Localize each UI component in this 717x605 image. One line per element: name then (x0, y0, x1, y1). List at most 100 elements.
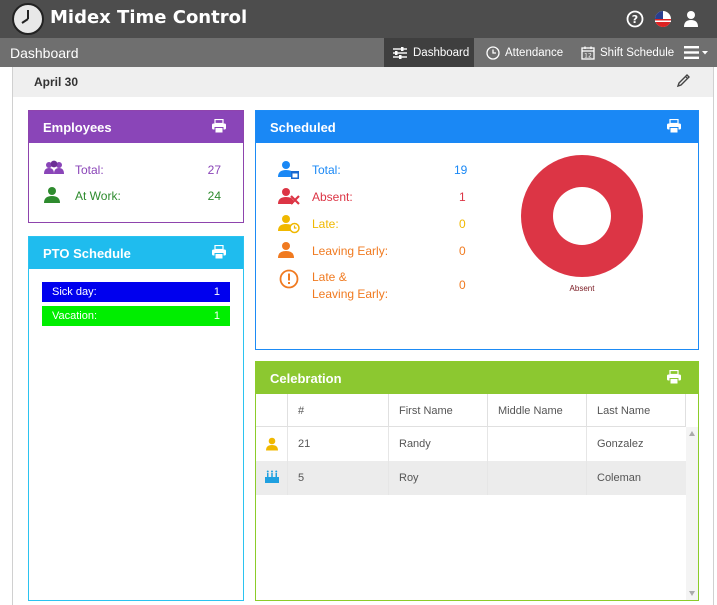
flag-us-icon[interactable] (654, 10, 672, 28)
scheduled-leaving-early-row: Leaving Early: 0 (278, 242, 478, 260)
menu-icon[interactable] (684, 45, 710, 60)
scheduled-header: Scheduled (256, 111, 698, 143)
scheduled-absent-row: Absent: 1 (278, 188, 478, 206)
edit-pencil-icon[interactable] (675, 73, 691, 89)
pto-vacation[interactable]: Vacation: 1 (42, 306, 230, 326)
cake-icon (265, 470, 279, 483)
nav-bar: Dashboard Dashboard Attendance 12 Shift … (0, 38, 717, 67)
person-clock-icon (278, 215, 300, 234)
donut-hole (553, 187, 611, 245)
scheduled-panel: Scheduled Total: 19 Absent: 1 Late: 0 Le… (255, 110, 699, 350)
calendar-icon: 12 (581, 46, 595, 60)
scheduled-absent-value: 1 (459, 190, 466, 204)
celebration-panel: Celebration # First Name Middle Name Las… (255, 361, 699, 601)
scheduled-total-value: 19 (454, 163, 468, 177)
column-header-number[interactable]: # (288, 394, 389, 427)
person-absent-icon (278, 188, 300, 205)
pto-item-value: 1 (213, 286, 220, 298)
row-last-name: Gonzalez (597, 438, 644, 450)
scheduled-late-leaving-early-row: Late & Leaving Early: 0 (278, 269, 478, 302)
panel-title: Employees (43, 120, 112, 135)
row-middle-name (488, 427, 587, 461)
panel-title: PTO Schedule (43, 246, 131, 261)
employees-at-work-value: 24 (207, 189, 221, 203)
print-icon[interactable] (666, 119, 682, 134)
nav-item-dashboard[interactable]: Dashboard (384, 38, 474, 67)
date-bar: April 30 (12, 67, 714, 97)
app-title: Midex Time Control (50, 7, 248, 28)
absent-donut-chart[interactable] (521, 155, 643, 277)
row-number: 21 (288, 427, 389, 461)
scheduled-late-leaving-early-value: 0 (459, 278, 466, 292)
employees-header: Employees (29, 111, 243, 143)
clock-icon (486, 45, 500, 60)
row-number: 5 (288, 461, 389, 495)
warning-circle-icon (279, 269, 299, 289)
person-icon (266, 437, 278, 451)
nav-title: Dashboard (10, 45, 79, 61)
employees-total-value: 27 (207, 163, 221, 177)
nav-item-attendance[interactable]: Attendance (478, 38, 571, 67)
person-leaving-icon (278, 242, 294, 258)
nav-item-shift-schedule[interactable]: 12 Shift Schedule (573, 38, 682, 67)
employees-panel: Employees Total: 27 At Work: 24 (28, 110, 244, 223)
table-row[interactable]: 5 Roy Coleman (256, 461, 686, 495)
svg-text:12: 12 (584, 52, 592, 59)
table-scrollbar[interactable] (686, 427, 698, 600)
person-icon (44, 187, 60, 203)
donut-label: Absent (569, 284, 595, 293)
celebration-table: # First Name Middle Name Last Name 21 Ra… (256, 394, 698, 600)
row-icon-cell (256, 461, 288, 495)
row-first-name: Randy (389, 427, 488, 461)
pto-item-label: Vacation: (52, 310, 98, 322)
column-header-first-name[interactable]: First Name (389, 394, 488, 427)
scheduled-late-leaving-early-label-1: Late & (312, 270, 347, 284)
scheduled-late-label: Late: (312, 217, 339, 231)
column-header-last-name[interactable]: Last Name (587, 394, 686, 427)
pto-schedule-panel: PTO Schedule Sick day: 1 Vacation: 1 (28, 236, 244, 601)
panel-title: Scheduled (270, 120, 336, 135)
celebration-header: Celebration (256, 362, 698, 394)
panel-title: Celebration (270, 371, 342, 386)
row-first-name: Roy (389, 461, 488, 495)
table-row[interactable]: 21 Randy Gonzalez (256, 427, 686, 461)
row-last-name: Coleman (597, 472, 642, 484)
scheduled-total-row: Total: 19 (278, 161, 478, 179)
scheduled-absent-label: Absent: (312, 190, 353, 204)
pto-sick-day[interactable]: Sick day: 1 (42, 282, 230, 302)
scroll-up-icon[interactable] (689, 431, 695, 436)
column-header-middle-name[interactable]: Middle Name (488, 394, 587, 427)
employees-total-row: Total: 27 (43, 160, 233, 179)
svg-text:?: ? (632, 13, 638, 26)
pto-item-value: 1 (213, 310, 220, 322)
employees-total-label: Total: (75, 163, 104, 177)
sliders-icon (393, 46, 407, 59)
scheduled-leaving-early-label: Leaving Early: (312, 244, 389, 258)
clock-logo-icon (12, 3, 44, 35)
row-middle-name (488, 461, 587, 495)
scroll-down-icon[interactable] (689, 591, 695, 596)
scheduled-late-leaving-early-label-2: Leaving Early: (312, 287, 389, 301)
row-icon-cell (256, 427, 288, 461)
nav-item-label: Dashboard (413, 46, 470, 59)
pto-item-label: Sick day: (52, 286, 97, 298)
employees-at-work-row: At Work: 24 (43, 187, 233, 205)
print-icon[interactable] (211, 245, 227, 260)
column-header-icon[interactable] (256, 394, 288, 427)
scheduled-late-value: 0 (459, 217, 466, 231)
scheduled-total-label: Total: (312, 163, 341, 177)
help-icon[interactable]: ? (626, 10, 644, 28)
group-icon (44, 160, 64, 174)
print-icon[interactable] (211, 119, 227, 134)
scheduled-late-row: Late: 0 (278, 215, 478, 234)
nav-item-label: Attendance (505, 46, 564, 59)
scheduled-leaving-early-value: 0 (459, 244, 466, 258)
nav-item-label: Shift Schedule (600, 46, 675, 59)
title-bar: Midex Time Control ? (0, 0, 717, 38)
person-calendar-icon (278, 161, 299, 179)
pto-header: PTO Schedule (29, 237, 243, 269)
user-icon[interactable] (682, 10, 700, 28)
print-icon[interactable] (666, 370, 682, 385)
employees-at-work-label: At Work: (75, 189, 121, 203)
current-date: April 30 (34, 75, 79, 89)
